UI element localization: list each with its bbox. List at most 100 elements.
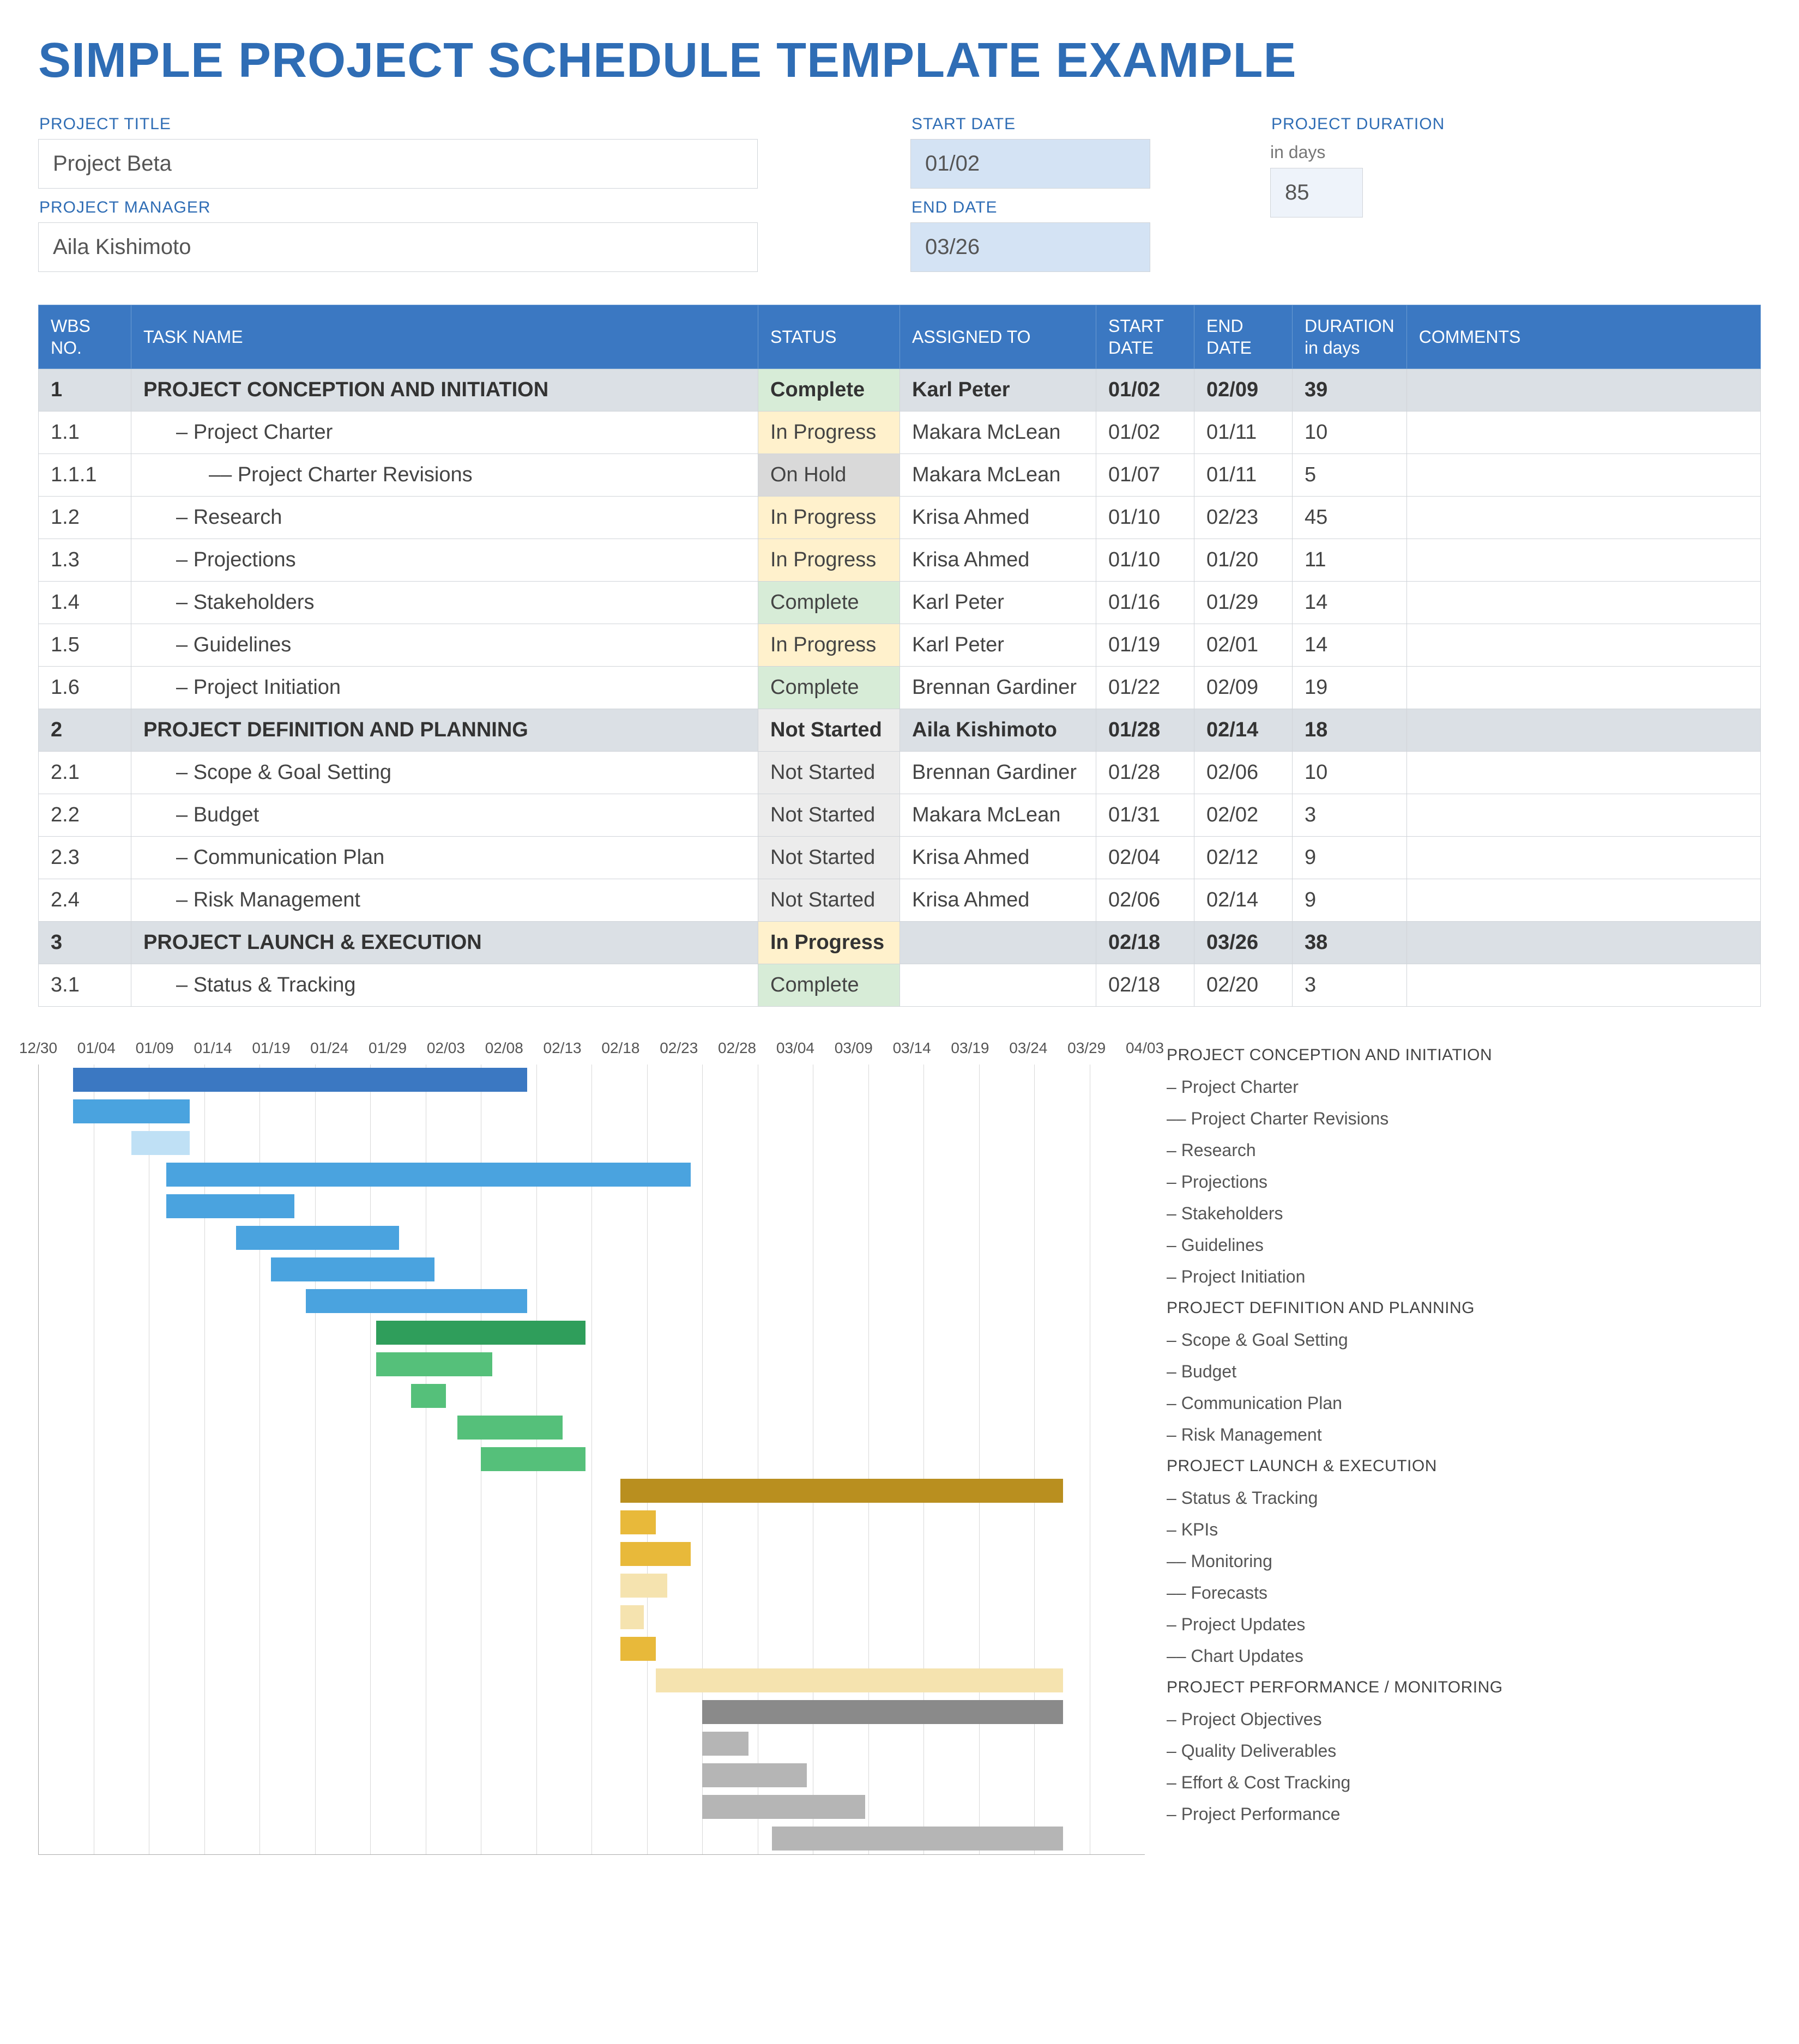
status-cell[interactable]: In Progress	[758, 539, 900, 582]
table-row[interactable]: 1.1– Project CharterIn ProgressMakara Mc…	[39, 412, 1761, 454]
table-row[interactable]: 1.4– StakeholdersCompleteKarl Peter01/16…	[39, 582, 1761, 624]
col-status: STATUS	[758, 305, 900, 369]
gantt-bar[interactable]	[166, 1163, 691, 1187]
gantt-tick-label: 01/24	[310, 1039, 348, 1057]
project-manager-label: PROJECT MANAGER	[39, 198, 758, 217]
comments-cell[interactable]	[1406, 369, 1760, 412]
gantt-bar[interactable]	[772, 1827, 1063, 1851]
status-cell[interactable]: In Progress	[758, 624, 900, 667]
start-date-value[interactable]: 01/02	[910, 139, 1150, 189]
status-cell[interactable]: Complete	[758, 582, 900, 624]
comments-cell[interactable]	[1406, 794, 1760, 837]
status-cell[interactable]: Not Started	[758, 709, 900, 752]
status-cell[interactable]: Complete	[758, 369, 900, 412]
start-date-cell: 01/19	[1096, 624, 1194, 667]
gantt-tick-label: 03/19	[951, 1039, 989, 1057]
status-cell[interactable]: Not Started	[758, 879, 900, 922]
gantt-bar[interactable]	[376, 1352, 493, 1376]
table-row[interactable]: 3.1– Status & TrackingComplete02/1802/20…	[39, 964, 1761, 1007]
table-row[interactable]: 2PROJECT DEFINITION AND PLANNINGNot Star…	[39, 709, 1761, 752]
table-row[interactable]: 2.3– Communication PlanNot StartedKrisa …	[39, 837, 1761, 879]
gantt-tick-label: 03/04	[776, 1039, 814, 1057]
duration-cell: 14	[1293, 624, 1407, 667]
status-cell[interactable]: In Progress	[758, 497, 900, 539]
gantt-bar[interactable]	[620, 1542, 690, 1566]
gantt-legend-item: – Quality Deliverables	[1167, 1735, 1761, 1767]
gantt-bar[interactable]	[73, 1099, 190, 1123]
end-date-cell: 02/23	[1194, 497, 1293, 539]
gantt-bar[interactable]	[620, 1479, 1063, 1503]
project-title-input[interactable]	[38, 139, 758, 189]
table-row[interactable]: 3PROJECT LAUNCH & EXECUTIONIn Progress02…	[39, 922, 1761, 964]
gantt-bar[interactable]	[702, 1763, 807, 1787]
status-cell[interactable]: Not Started	[758, 837, 900, 879]
gantt-bar[interactable]	[702, 1795, 865, 1819]
table-row[interactable]: 1.6– Project InitiationCompleteBrennan G…	[39, 667, 1761, 709]
table-row[interactable]: 1.5– GuidelinesIn ProgressKarl Peter01/1…	[39, 624, 1761, 667]
start-date-cell: 01/22	[1096, 667, 1194, 709]
status-cell[interactable]: In Progress	[758, 412, 900, 454]
gantt-legend-item: – Projections	[1167, 1166, 1761, 1198]
gantt-bar[interactable]	[620, 1605, 644, 1629]
table-row[interactable]: 2.1– Scope & Goal SettingNot StartedBren…	[39, 752, 1761, 794]
task-name-cell: PROJECT LAUNCH & EXECUTION	[131, 922, 758, 964]
table-row[interactable]: 1.1.1–– Project Charter RevisionsOn Hold…	[39, 454, 1761, 497]
task-name-cell: –– Project Charter Revisions	[131, 454, 758, 497]
table-row[interactable]: 1.3– ProjectionsIn ProgressKrisa Ahmed01…	[39, 539, 1761, 582]
status-cell[interactable]: Not Started	[758, 794, 900, 837]
wbs-cell: 2.3	[39, 837, 131, 879]
comments-cell[interactable]	[1406, 922, 1760, 964]
assigned-cell: Krisa Ahmed	[900, 837, 1096, 879]
status-cell[interactable]: Not Started	[758, 752, 900, 794]
comments-cell[interactable]	[1406, 539, 1760, 582]
gantt-bar[interactable]	[620, 1510, 655, 1534]
gantt-bar[interactable]	[702, 1700, 1063, 1724]
gantt-bar[interactable]	[620, 1637, 655, 1661]
assigned-cell: Brennan Gardiner	[900, 667, 1096, 709]
gantt-bar[interactable]	[457, 1416, 562, 1440]
gantt-bar[interactable]	[306, 1289, 527, 1313]
duration-cell: 3	[1293, 794, 1407, 837]
comments-cell[interactable]	[1406, 752, 1760, 794]
gantt-bar[interactable]	[481, 1447, 585, 1471]
status-cell[interactable]: In Progress	[758, 922, 900, 964]
gantt-legend-item: PROJECT PERFORMANCE / MONITORING	[1167, 1672, 1761, 1703]
comments-cell[interactable]	[1406, 709, 1760, 752]
status-cell[interactable]: On Hold	[758, 454, 900, 497]
comments-cell[interactable]	[1406, 837, 1760, 879]
gantt-bar[interactable]	[656, 1668, 1064, 1692]
start-date-cell: 02/18	[1096, 922, 1194, 964]
status-cell[interactable]: Complete	[758, 667, 900, 709]
comments-cell[interactable]	[1406, 667, 1760, 709]
comments-cell[interactable]	[1406, 412, 1760, 454]
comments-cell[interactable]	[1406, 964, 1760, 1007]
table-row[interactable]: 1PROJECT CONCEPTION AND INITIATIONComple…	[39, 369, 1761, 412]
assigned-cell	[900, 964, 1096, 1007]
comments-cell[interactable]	[1406, 497, 1760, 539]
comments-cell[interactable]	[1406, 582, 1760, 624]
col-task: TASK NAME	[131, 305, 758, 369]
end-date-value[interactable]: 03/26	[910, 222, 1150, 272]
gantt-bar[interactable]	[131, 1131, 190, 1155]
gantt-bar[interactable]	[236, 1226, 399, 1250]
gantt-bar[interactable]	[411, 1384, 446, 1408]
gantt-bar[interactable]	[702, 1732, 748, 1756]
start-date-label: START DATE	[911, 115, 1150, 134]
task-name-cell: PROJECT CONCEPTION AND INITIATION	[131, 369, 758, 412]
end-date-cell: 01/29	[1194, 582, 1293, 624]
table-row[interactable]: 2.4– Risk ManagementNot StartedKrisa Ahm…	[39, 879, 1761, 922]
comments-cell[interactable]	[1406, 624, 1760, 667]
gantt-bar[interactable]	[73, 1068, 527, 1092]
wbs-cell: 1	[39, 369, 131, 412]
table-row[interactable]: 1.2– ResearchIn ProgressKrisa Ahmed01/10…	[39, 497, 1761, 539]
comments-cell[interactable]	[1406, 879, 1760, 922]
status-cell[interactable]: Complete	[758, 964, 900, 1007]
project-manager-input[interactable]	[38, 222, 758, 272]
wbs-cell: 2	[39, 709, 131, 752]
table-row[interactable]: 2.2– BudgetNot StartedMakara McLean01/31…	[39, 794, 1761, 837]
comments-cell[interactable]	[1406, 454, 1760, 497]
gantt-bar[interactable]	[376, 1321, 586, 1345]
gantt-bar[interactable]	[271, 1257, 434, 1281]
gantt-bar[interactable]	[166, 1194, 294, 1218]
gantt-bar[interactable]	[620, 1574, 667, 1598]
